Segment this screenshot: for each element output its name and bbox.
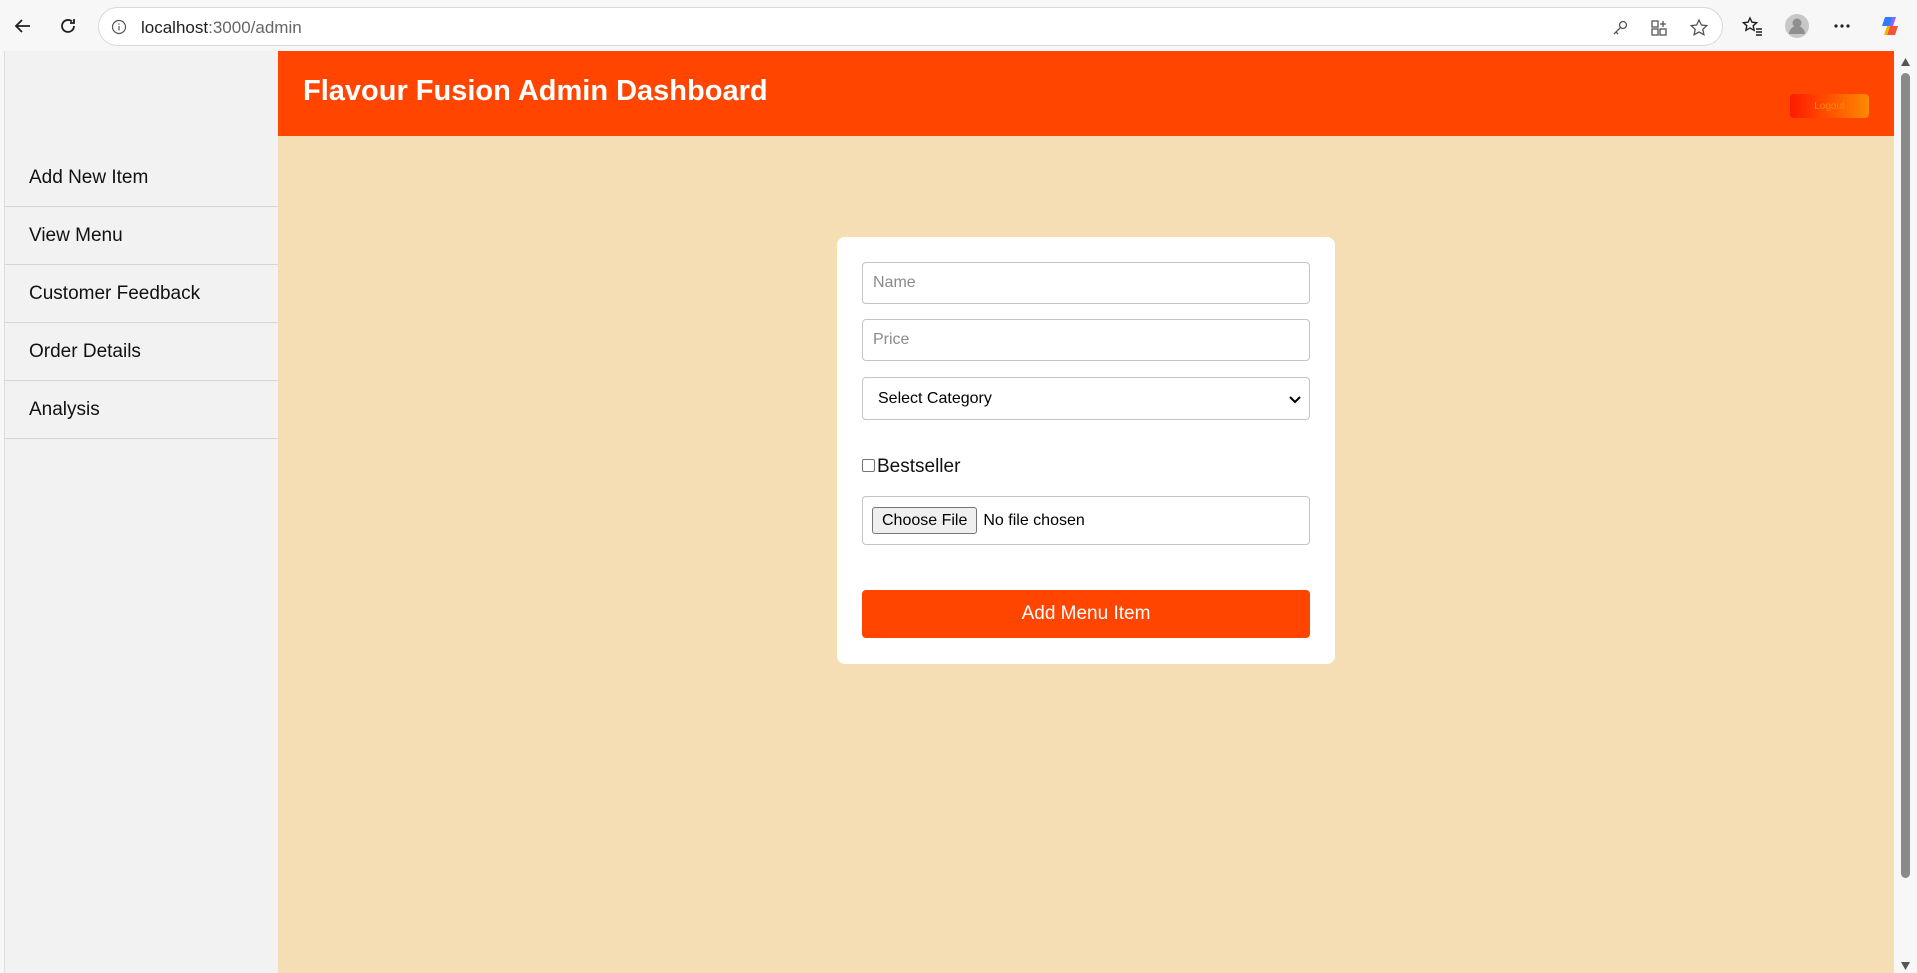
favorites-icon[interactable] xyxy=(1738,12,1766,40)
url-text[interactable]: localhost:3000/admin xyxy=(141,18,302,38)
scroll-up-arrow-icon[interactable] xyxy=(1900,57,1911,67)
logout-button[interactable]: Logout xyxy=(1790,94,1869,118)
bestseller-checkbox[interactable] xyxy=(862,458,875,472)
star-icon[interactable] xyxy=(1687,16,1711,40)
sidebar-item-view-menu[interactable]: View Menu xyxy=(5,207,279,265)
reload-icon[interactable] xyxy=(52,10,84,42)
main-content: Name Price Select Category Bestseller Ch… xyxy=(278,136,1894,973)
url-path: :3000/admin xyxy=(208,18,302,37)
browser-toolbar: localhost:3000/admin xyxy=(0,0,1917,51)
header: Flavour Fusion Admin Dashboard Logout xyxy=(278,51,1894,136)
sidebar: Add New Item View Menu Customer Feedback… xyxy=(4,51,279,973)
file-input: Choose File No file chosen xyxy=(862,496,1310,545)
sidebar-item-customer-feedback[interactable]: Customer Feedback xyxy=(5,265,279,323)
url-host: localhost xyxy=(141,18,209,37)
bestseller-label: Bestseller xyxy=(877,456,961,477)
page-scrollbar[interactable] xyxy=(1894,51,1917,973)
sidebar-item-add-new-item[interactable]: Add New Item xyxy=(5,149,279,207)
back-arrow-icon[interactable] xyxy=(7,10,39,42)
category-select-value: Select Category xyxy=(878,389,992,407)
name-input[interactable]: Name xyxy=(862,262,1310,304)
file-status-text: No file chosen xyxy=(983,511,1085,529)
page: Add New Item View Menu Customer Feedback… xyxy=(0,51,1894,973)
copilot-icon[interactable] xyxy=(1876,12,1904,40)
address-bar[interactable]: localhost:3000/admin xyxy=(98,7,1723,46)
add-menu-item-button[interactable]: Add Menu Item xyxy=(862,590,1310,638)
sidebar-menu: Add New Item View Menu Customer Feedback… xyxy=(5,149,279,439)
scroll-down-arrow-icon[interactable] xyxy=(1900,961,1911,971)
category-select[interactable]: Select Category xyxy=(862,377,1310,420)
profile-avatar-icon[interactable] xyxy=(1783,12,1811,40)
sidebar-item-order-details[interactable]: Order Details xyxy=(5,323,279,381)
more-options-icon[interactable] xyxy=(1828,12,1856,40)
bestseller-row: Bestseller xyxy=(862,455,960,479)
sidebar-item-analysis[interactable]: Analysis xyxy=(5,381,279,439)
choose-file-button[interactable]: Choose File xyxy=(872,507,978,534)
apps-icon[interactable] xyxy=(1647,16,1671,40)
price-input[interactable]: Price xyxy=(862,319,1310,361)
page-title: Flavour Fusion Admin Dashboard xyxy=(303,75,768,107)
chevron-down-icon xyxy=(1287,391,1303,407)
info-icon[interactable] xyxy=(109,17,129,37)
scroll-thumb[interactable] xyxy=(1901,73,1910,878)
add-item-form: Name Price Select Category Bestseller Ch… xyxy=(837,237,1335,664)
key-icon[interactable] xyxy=(1608,16,1632,40)
